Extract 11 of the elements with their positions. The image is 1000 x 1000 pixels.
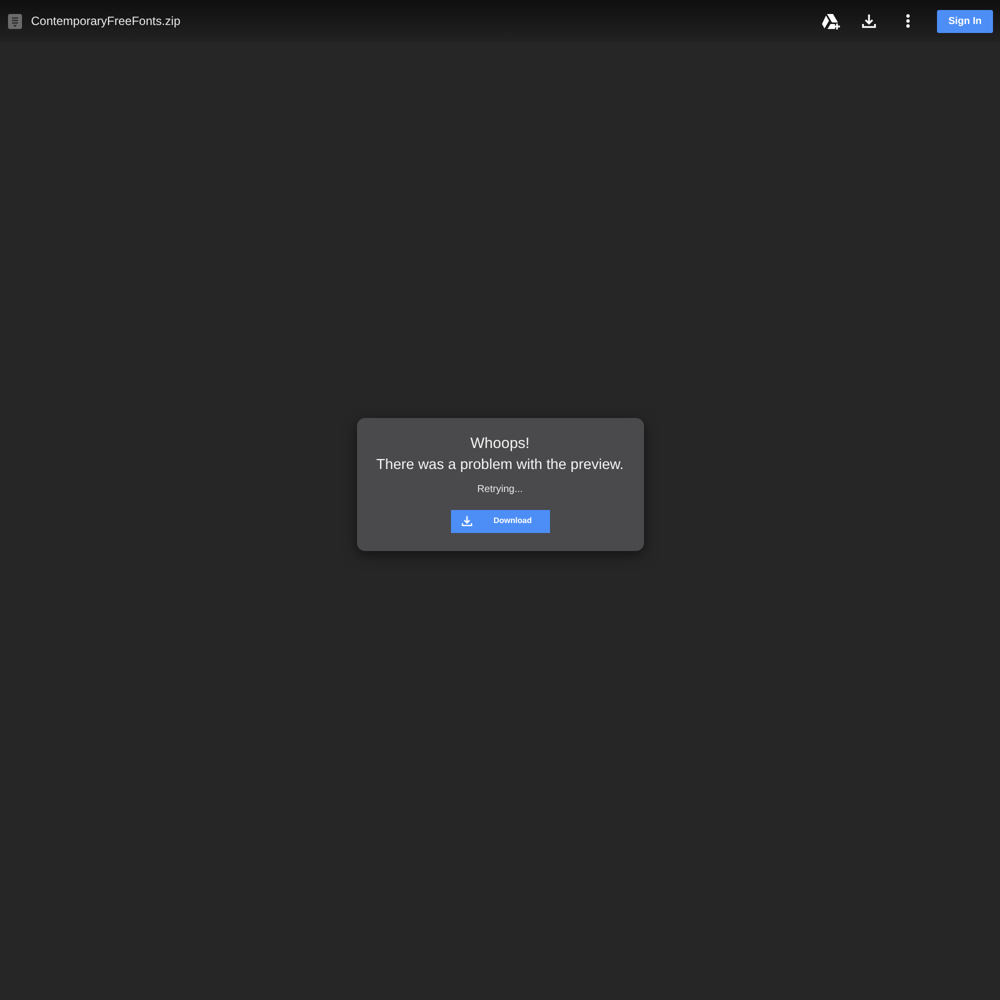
more-options-icon[interactable]	[906, 14, 910, 28]
dialog-title: Whoops!	[470, 434, 530, 454]
download-button[interactable]: Download	[450, 510, 550, 532]
sign-in-button[interactable]: Sign In	[937, 10, 993, 32]
error-message: There was a problem with the preview.	[376, 456, 624, 474]
drive-add-icon[interactable]	[822, 12, 841, 30]
download-icon[interactable]	[861, 13, 877, 29]
retry-status: Retrying...	[477, 482, 523, 496]
download-icon	[460, 515, 472, 527]
archive-file-icon	[8, 14, 22, 28]
file-name: ContemporaryFreeFonts.zip	[31, 13, 180, 30]
